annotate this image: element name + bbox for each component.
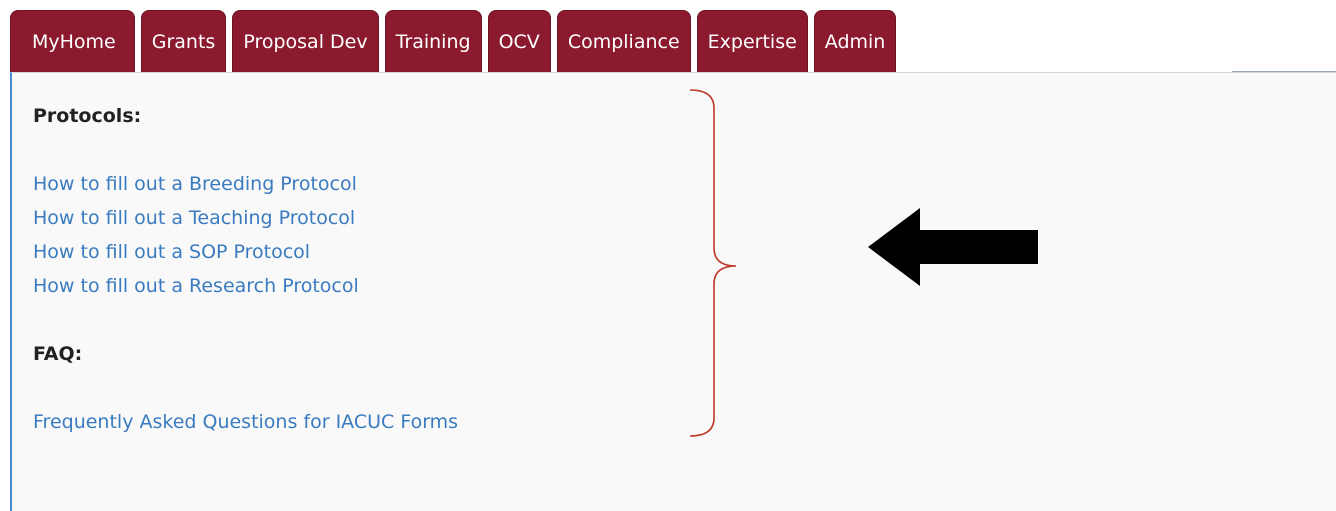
content-panel: Protocols: How to fill out a Breeding Pr… <box>10 72 1336 511</box>
teaching-protocol-link[interactable]: How to fill out a Teaching Protocol <box>33 207 355 229</box>
research-protocol-link[interactable]: How to fill out a Research Protocol <box>33 275 359 297</box>
tab-grants[interactable]: Grants <box>140 10 227 72</box>
right-curly-brace-icon <box>690 89 737 437</box>
tab-ocv[interactable]: OCV <box>487 10 551 72</box>
tab-expertise[interactable]: Expertise <box>696 10 808 72</box>
breeding-protocol-link[interactable]: How to fill out a Breeding Protocol <box>33 173 357 195</box>
tab-proposal-dev[interactable]: Proposal Dev <box>232 10 379 72</box>
tab-myhome[interactable]: MyHome <box>10 10 135 72</box>
tab-training[interactable]: Training <box>384 10 482 72</box>
faq-heading: FAQ: <box>33 343 83 365</box>
tab-admin[interactable]: Admin <box>813 10 897 72</box>
sop-protocol-link[interactable]: How to fill out a SOP Protocol <box>33 241 310 263</box>
tab-compliance[interactable]: Compliance <box>556 10 691 72</box>
left-arrow-icon <box>868 208 1038 286</box>
tab-bar: MyHome Grants Proposal Dev Training OCV … <box>10 10 902 72</box>
protocols-heading: Protocols: <box>33 105 142 127</box>
page: MyHome Grants Proposal Dev Training OCV … <box>0 0 1336 511</box>
iacuc-faq-link[interactable]: Frequently Asked Questions for IACUC For… <box>33 411 458 433</box>
